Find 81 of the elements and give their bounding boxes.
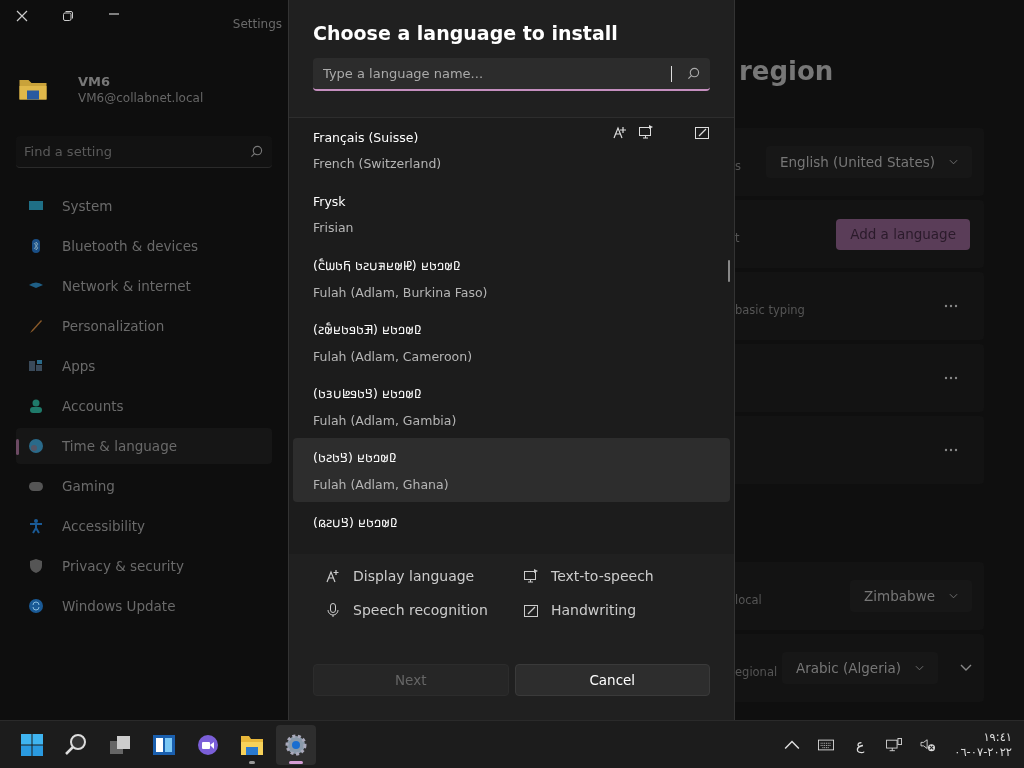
nav-item[interactable]: Time & language [16, 428, 272, 464]
network-icon[interactable] [886, 737, 903, 752]
feature-label: Text-to-speech [551, 568, 654, 584]
language-search-field[interactable]: Type a language name... [313, 58, 710, 91]
nav-item[interactable]: Bluetooth & devices [16, 228, 272, 264]
brush-icon [28, 318, 44, 334]
input-indicator[interactable]: ع [855, 736, 865, 753]
cancel-button[interactable]: Cancel [514, 664, 710, 696]
font-icon [612, 124, 628, 140]
taskbar-app[interactable] [276, 724, 316, 765]
text-cursor [671, 66, 672, 82]
account-email: VM6@collabnet.local [78, 90, 204, 105]
keyboard-icon[interactable] [817, 737, 834, 752]
clock-time[interactable]: ١٩:٤١ [983, 730, 1012, 744]
running-indicator [289, 760, 303, 764]
scrollbar-thumb[interactable] [728, 260, 730, 282]
dropdown[interactable]: Zimbabwe [850, 580, 972, 612]
nav-item[interactable]: Network & internet [16, 268, 272, 304]
page-title: region [739, 56, 835, 86]
search-icon [687, 67, 700, 80]
setting-label: basic typing [735, 302, 806, 317]
setting-label: s [735, 158, 742, 173]
update-icon [28, 598, 44, 614]
pen-icon [694, 124, 710, 140]
person-icon [28, 398, 44, 414]
chevron-down-icon[interactable] [960, 664, 972, 672]
setting-label: local [735, 592, 763, 607]
gear-icon [284, 732, 308, 757]
pen-icon [523, 602, 539, 618]
nav-item[interactable]: Personalization [16, 308, 272, 344]
language-item[interactable]: Frysk Frisian [293, 182, 730, 246]
chevron-down-icon [949, 159, 958, 165]
setting-label: egional [735, 664, 779, 679]
account-name: VM6 [78, 73, 112, 89]
search-field[interactable]: Find a setting [16, 136, 272, 168]
accessibility-icon [28, 518, 44, 534]
feature-label: Handwriting [551, 602, 637, 618]
more-icon[interactable] [944, 376, 958, 380]
video-chat-icon [196, 732, 220, 757]
language-item[interactable]: 𞤆𞤵𞤤𞤢𞤪 (𞤄𞤵𞤪𞤳𞤭𞤲𞤢 𞤊𞤢𞤧𞤮𞥅) Fulah (Adlam, Burkina Faso) [293, 246, 730, 310]
language-item[interactable]: Français (Suisse) French (Switzerland) [293, 118, 730, 182]
chevron-down-icon [915, 665, 924, 671]
nav-item[interactable]: Gaming [16, 468, 272, 504]
search-icon [250, 145, 263, 158]
feature-label: Speech recognition [353, 602, 488, 618]
language-item[interactable]: 𞤆𞤵𞤤𞤢𞤪 (𞤑𞤢𞤥𞤢𞤪𞤵𞥅𞤲) Fulah (Adlam, Cameroon) [293, 310, 730, 374]
shield-icon [28, 558, 44, 574]
more-icon[interactable] [944, 448, 958, 452]
nav-item[interactable]: Windows Update [16, 588, 272, 624]
globe-icon [28, 438, 44, 454]
nav-item[interactable]: System [16, 188, 272, 224]
folder-icon [18, 77, 48, 101]
window-title: Settings [232, 17, 282, 31]
panels-icon [152, 732, 176, 757]
nav-item[interactable]: Accounts [16, 388, 272, 424]
nav-item[interactable]: Apps [16, 348, 272, 384]
dropdown[interactable]: Arabic (Algeria) [781, 652, 938, 684]
nav-item[interactable]: Privacy & security [16, 548, 272, 584]
running-indicator [249, 760, 255, 764]
dropdown[interactable]: English (United States) [766, 146, 972, 178]
apps-icon [28, 358, 44, 374]
clock-date[interactable]: ٢٠٢٢-٠٧-٠٦ [954, 745, 1012, 759]
grid-icon [20, 732, 44, 757]
font-icon [325, 568, 341, 584]
selection-indicator [16, 439, 19, 455]
monitor-icon [638, 124, 654, 140]
speaker-muted-icon[interactable] [920, 737, 937, 752]
language-item[interactable]: 𞤆𞤵𞤤𞤢𞤪 (𞤘𞤢𞤥𞤦𞤭𞤴𞤢) Fulah (Adlam, Gambia) [293, 374, 730, 438]
setting-label: t [735, 230, 741, 245]
language-item[interactable]: 𞤆𞤵𞤤𞤢𞤪 (𞤘𞤭𞤲𞤫) [293, 502, 730, 542]
dialog-title: Choose a language to install [313, 22, 619, 44]
chevron-down-icon [949, 593, 958, 599]
close-icon[interactable] [16, 10, 28, 22]
feature-label: Display language [353, 568, 475, 584]
microphone-icon [325, 602, 341, 618]
restore-icon[interactable] [62, 10, 74, 22]
language-item[interactable]: 𞤆𞤵𞤤𞤢𞤪 (𞤘𞤢𞤲𞤢) Fulah (Adlam, Ghana) [293, 438, 730, 502]
more-icon[interactable] [944, 304, 958, 308]
nav-item[interactable]: Accessibility [16, 508, 272, 544]
monitor-icon [523, 568, 539, 584]
search-icon [64, 732, 88, 757]
